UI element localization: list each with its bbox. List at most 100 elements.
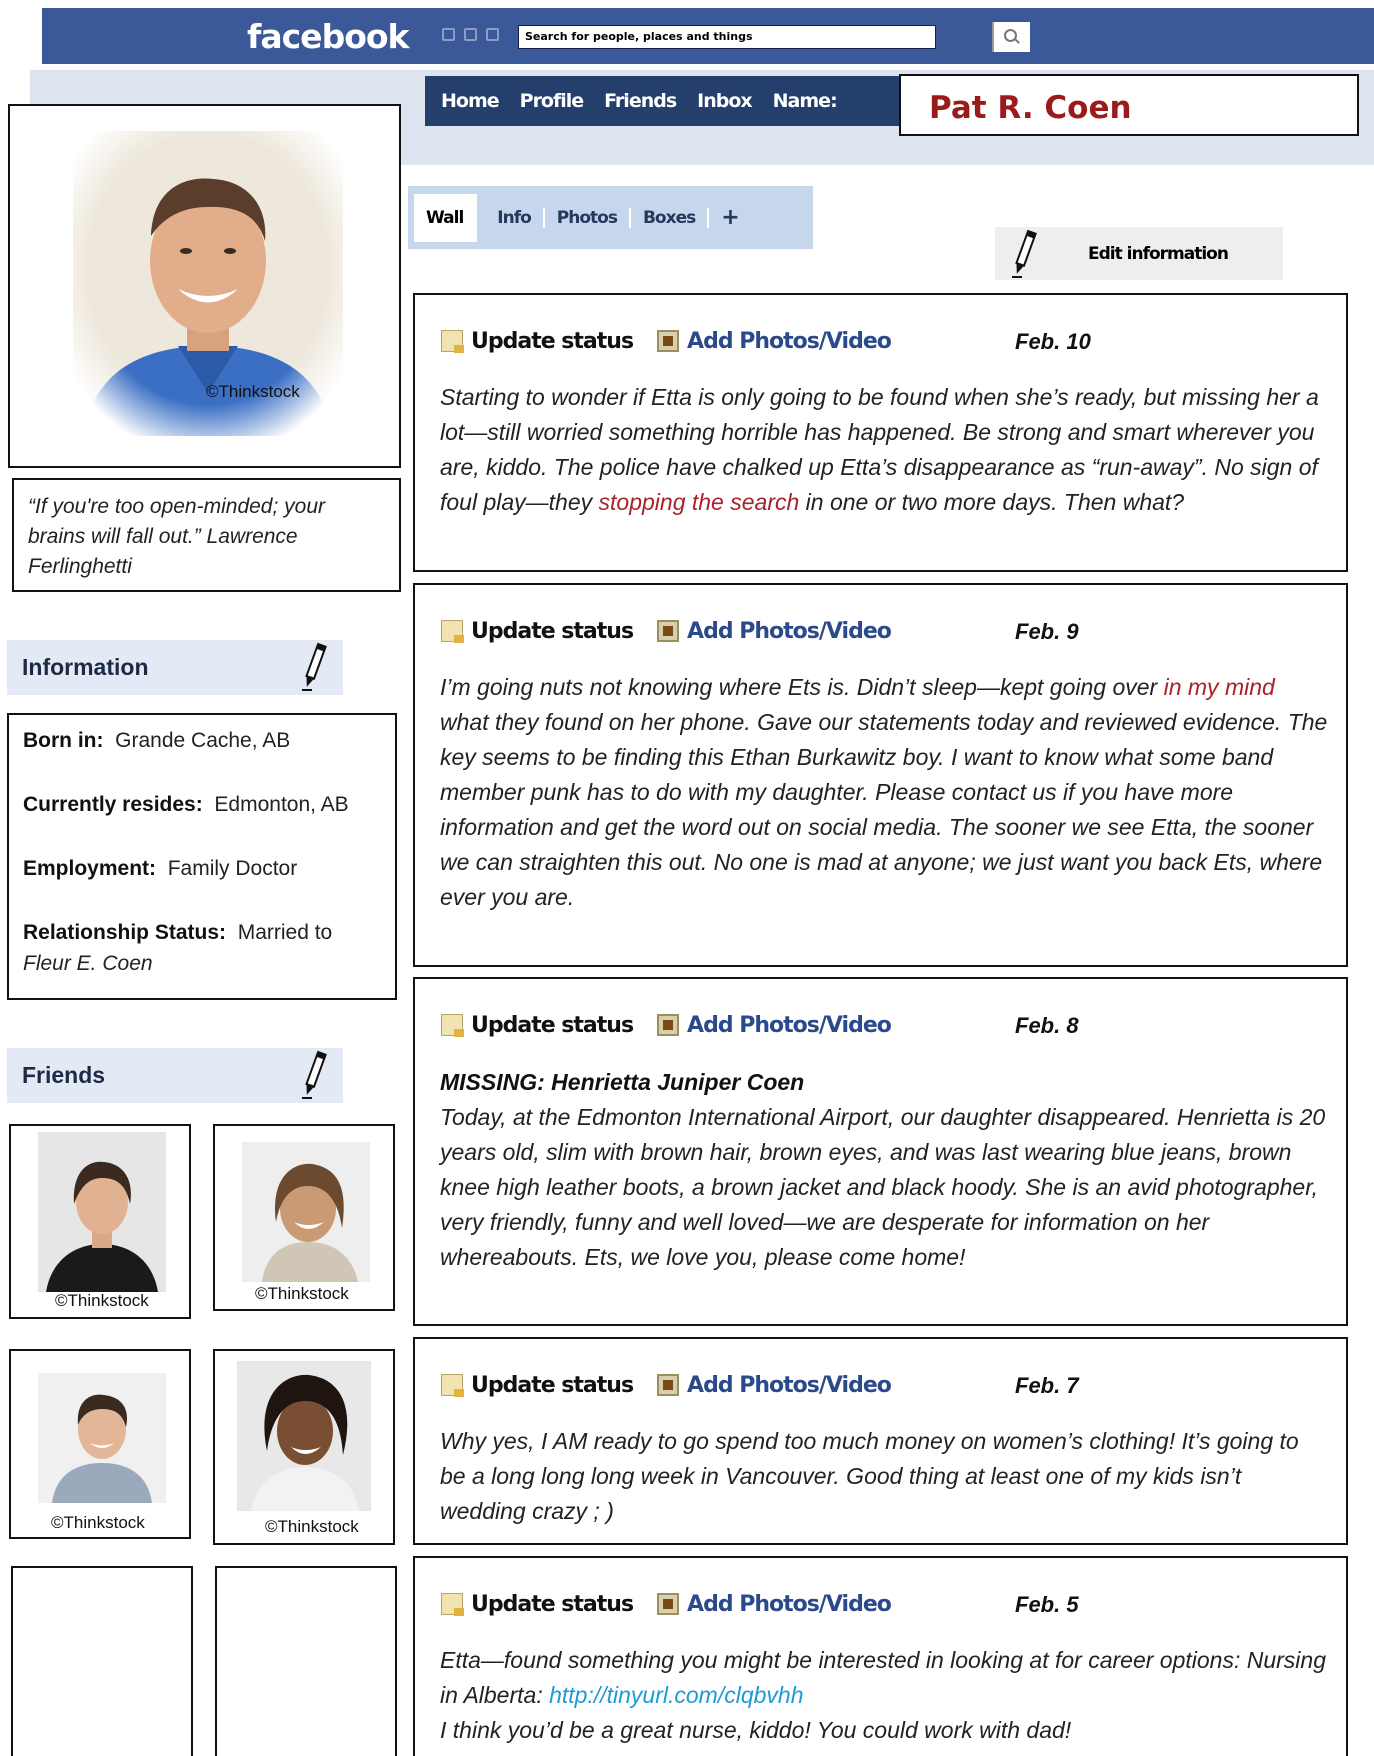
add-tab-button[interactable]: +: [709, 205, 750, 230]
add-photos-icon: [657, 1374, 680, 1396]
profile-quote: “If you're too open-minded; your brains …: [12, 478, 401, 592]
resides-value: Edmonton, AB: [214, 793, 349, 816]
nav-home[interactable]: Home: [441, 90, 500, 112]
wall-post: Update status Add Photos/Video Feb. 9 I’…: [413, 583, 1348, 967]
facebook-logo[interactable]: facebook: [247, 17, 409, 56]
messages-icon[interactable]: [464, 28, 477, 41]
update-status-button[interactable]: Update status: [471, 329, 634, 354]
post-text-part: I’m going nuts not knowing where Ets is.…: [440, 674, 1164, 700]
post-title: MISSING: Henrietta Juniper Coen: [440, 1069, 805, 1095]
nav-name-label: Name:: [772, 90, 838, 112]
friend-photo[interactable]: [242, 1142, 370, 1282]
add-photos-icon: [657, 330, 680, 352]
update-status-button[interactable]: Update status: [471, 1373, 634, 1398]
photo-credit: ©Thinkstock: [206, 382, 300, 401]
tab-info[interactable]: Info: [485, 207, 545, 228]
add-photos-button[interactable]: Add Photos/Video: [687, 329, 892, 354]
post-highlight: in my mind: [1163, 674, 1275, 700]
post-text: MISSING: Henrietta Juniper Coen Today, at…: [440, 1065, 1328, 1275]
post-date: Feb. 10: [1015, 329, 1091, 354]
tab-wall[interactable]: Wall: [414, 193, 478, 242]
add-photos-icon: [657, 1593, 680, 1615]
friend-photo-credit: ©Thinkstock: [51, 1513, 145, 1532]
resides-label: Currently resides:: [23, 793, 203, 816]
nav-friends[interactable]: Friends: [604, 90, 677, 112]
add-photos-button[interactable]: Add Photos/Video: [687, 1592, 892, 1617]
post-date: Feb. 8: [1015, 1013, 1079, 1038]
born-value: Grande Cache, AB: [115, 729, 291, 752]
notifications-icon[interactable]: [486, 28, 499, 41]
add-photos-button[interactable]: Add Photos/Video: [687, 1373, 892, 1398]
employment-row: Employment: Family Doctor: [23, 853, 381, 884]
post-text-part: what they found on her phone. Gave our s…: [440, 709, 1328, 910]
update-status-button[interactable]: Update status: [471, 619, 634, 644]
post-text-part: Today, at the Edmonton International Air…: [440, 1104, 1326, 1270]
main-nav: Home Profile Friends Inbox Name:: [425, 76, 901, 126]
post-link[interactable]: http://tinyurl.com/clqbvhh: [549, 1682, 803, 1708]
edit-information-label: Edit information: [1088, 243, 1229, 264]
update-status-icon: [441, 1374, 464, 1397]
post-actions: Update status Add Photos/Video: [441, 323, 892, 359]
update-status-button[interactable]: Update status: [471, 1592, 634, 1617]
relationship-partner[interactable]: Fleur E. Coen: [23, 952, 153, 975]
friend-requests-icon[interactable]: [442, 28, 455, 41]
update-status-icon: [441, 1014, 464, 1037]
friend-card[interactable]: ©Thinkstock: [9, 1349, 191, 1539]
friends-heading: Friends: [7, 1048, 343, 1103]
information-heading: Information: [7, 640, 343, 695]
post-date: Feb. 5: [1015, 1592, 1079, 1617]
post-date: Feb. 7: [1015, 1373, 1079, 1398]
post-text-part: I think you’d be a great nurse, kiddo! Y…: [440, 1717, 1072, 1743]
add-photos-button[interactable]: Add Photos/Video: [687, 1013, 892, 1038]
resides-row: Currently resides: Edmonton, AB: [23, 789, 381, 820]
friend-photo[interactable]: [38, 1373, 166, 1503]
wall-post: Update status Add Photos/Video Feb. 5 Et…: [413, 1556, 1348, 1756]
nav-inbox[interactable]: Inbox: [697, 90, 753, 112]
relationship-row: Relationship Status: Married to Fleur E. …: [23, 917, 381, 979]
friend-photo-credit: ©Thinkstock: [255, 1284, 349, 1303]
born-row: Born in: Grande Cache, AB: [23, 725, 381, 756]
tab-photos[interactable]: Photos: [545, 207, 631, 228]
notification-icons: [442, 28, 499, 41]
wall-post: Update status Add Photos/Video Feb. 7 Wh…: [413, 1337, 1348, 1545]
friend-photo-credit: ©Thinkstock: [55, 1291, 149, 1310]
update-status-icon: [441, 1593, 464, 1616]
relationship-value: Married to: [237, 921, 333, 944]
search-icon[interactable]: [992, 22, 1030, 52]
born-label: Born in:: [23, 729, 104, 752]
friends-heading-label: Friends: [22, 1062, 106, 1088]
tab-boxes[interactable]: Boxes: [631, 207, 710, 228]
pencil-icon: [1010, 229, 1038, 279]
pencil-icon[interactable]: [301, 1050, 327, 1100]
wall-post: Update status Add Photos/Video Feb. 8 MI…: [413, 977, 1348, 1326]
post-text: Why yes, I AM ready to go spend too much…: [440, 1428, 1299, 1524]
update-status-button[interactable]: Update status: [471, 1013, 634, 1038]
information-heading-label: Information: [22, 654, 149, 680]
post-actions: Update status Add Photos/Video: [441, 613, 892, 649]
post-text-part: in one or two more days. Then what?: [799, 489, 1185, 515]
friend-photo[interactable]: [237, 1361, 371, 1511]
friend-photo[interactable]: [38, 1132, 166, 1292]
pencil-icon[interactable]: [301, 642, 327, 692]
post-date: Feb. 9: [1015, 619, 1079, 644]
post-actions: Update status Add Photos/Video: [441, 1586, 892, 1622]
relationship-label: Relationship Status:: [23, 921, 227, 944]
post-text: Starting to wonder if Etta is only going…: [440, 380, 1328, 520]
post-text: Etta—found something you might be intere…: [440, 1643, 1328, 1748]
edit-information-button[interactable]: Edit information: [995, 227, 1283, 280]
search-input[interactable]: Search for people, places and things: [518, 25, 936, 49]
update-status-icon: [441, 330, 464, 353]
post-actions: Update status Add Photos/Video: [441, 1367, 892, 1403]
add-photos-button[interactable]: Add Photos/Video: [687, 619, 892, 644]
friend-card[interactable]: ©Thinkstock: [213, 1124, 395, 1311]
friend-card[interactable]: ©Thinkstock: [9, 1124, 191, 1319]
friend-card[interactable]: ©Thinkstock: [213, 1349, 395, 1545]
friend-card-empty[interactable]: [11, 1566, 193, 1756]
add-photos-icon: [657, 620, 680, 642]
friend-photo-credit: ©Thinkstock: [265, 1517, 359, 1536]
nav-profile[interactable]: Profile: [520, 90, 585, 112]
post-actions: Update status Add Photos/Video: [441, 1007, 892, 1043]
facebook-top-bar: facebook Search for people, places and t…: [42, 8, 1374, 64]
friend-card-empty[interactable]: [215, 1566, 397, 1756]
profile-tabs: Wall Info Photos Boxes +: [408, 186, 813, 249]
